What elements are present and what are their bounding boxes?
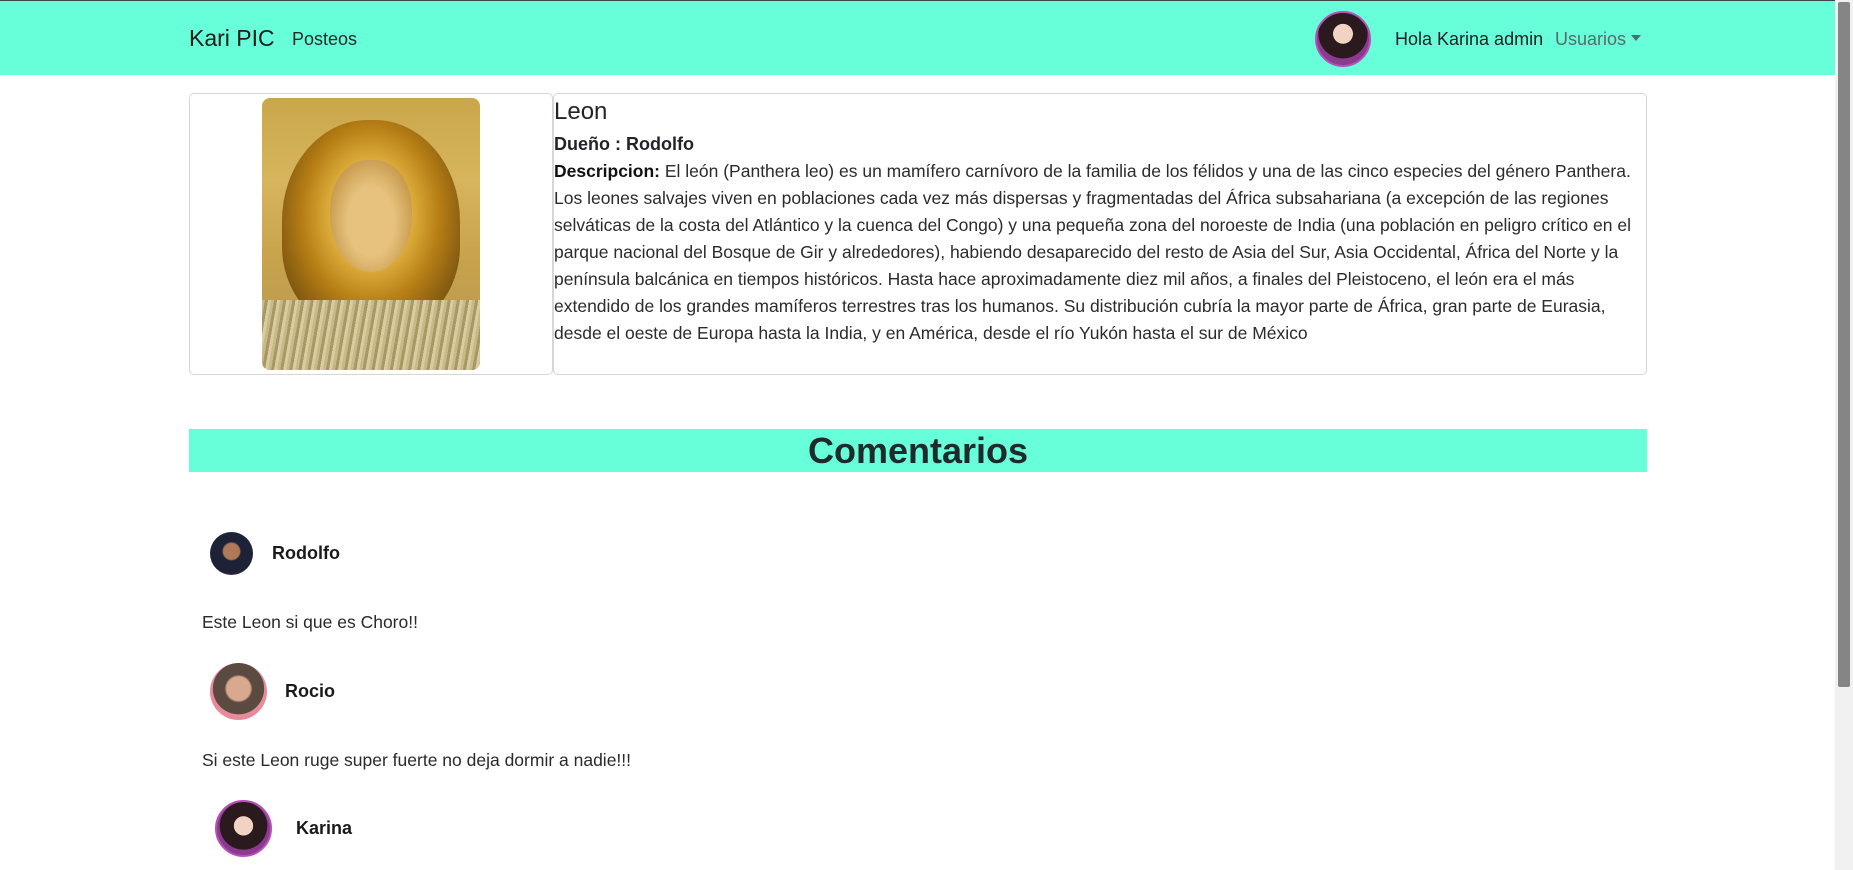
comment-avatar[interactable] — [210, 663, 267, 720]
comment-text: Este Leon si que es Choro!! — [202, 612, 418, 632]
comment-author-name[interactable]: Rocio — [285, 681, 335, 702]
comment-author: Rocio — [210, 663, 335, 720]
top-navbar: Kari PIC Posteos Hola Karina admin Usuar… — [0, 0, 1835, 75]
post-info-card: Leon Dueño : Rodolfo Descripcion: El leó… — [553, 93, 1647, 375]
lion-face-shape — [330, 160, 412, 272]
comment-author-name[interactable]: Rodolfo — [272, 543, 340, 564]
description-text: El león (Panthera leo) es un mamífero ca… — [554, 161, 1631, 343]
comment-avatar[interactable] — [210, 532, 253, 575]
nav-link-posts[interactable]: Posteos — [292, 29, 357, 50]
post-title: Leon — [554, 98, 608, 125]
post-owner: Dueño : Rodolfo — [554, 134, 694, 154]
page-scrollbar[interactable] — [1835, 0, 1853, 870]
scrollbar-thumb[interactable] — [1838, 2, 1850, 687]
users-dropdown[interactable]: Usuarios — [1555, 29, 1642, 50]
comment-author-name[interactable]: Karina — [296, 818, 352, 839]
grass-shape — [262, 300, 480, 370]
comment-text: Si este Leon ruge super fuerte no deja d… — [202, 750, 632, 770]
user-greeting: Hola Karina admin — [1395, 29, 1544, 49]
post-image-card — [189, 93, 553, 375]
post-image — [262, 98, 480, 370]
users-dropdown-label: Usuarios — [1555, 29, 1627, 49]
brand-logo[interactable]: Kari PIC — [189, 25, 275, 52]
description-label: Descripcion: — [554, 161, 660, 181]
comment-author: Rodolfo — [210, 532, 340, 575]
user-avatar[interactable] — [1315, 11, 1371, 67]
comment-avatar[interactable] — [215, 800, 272, 857]
comments-heading: Comentarios — [189, 429, 1647, 472]
comment-author: Karina — [215, 800, 352, 857]
post-description: Descripcion: El león (Panthera leo) es u… — [554, 158, 1644, 347]
caret-down-icon — [1631, 35, 1642, 41]
